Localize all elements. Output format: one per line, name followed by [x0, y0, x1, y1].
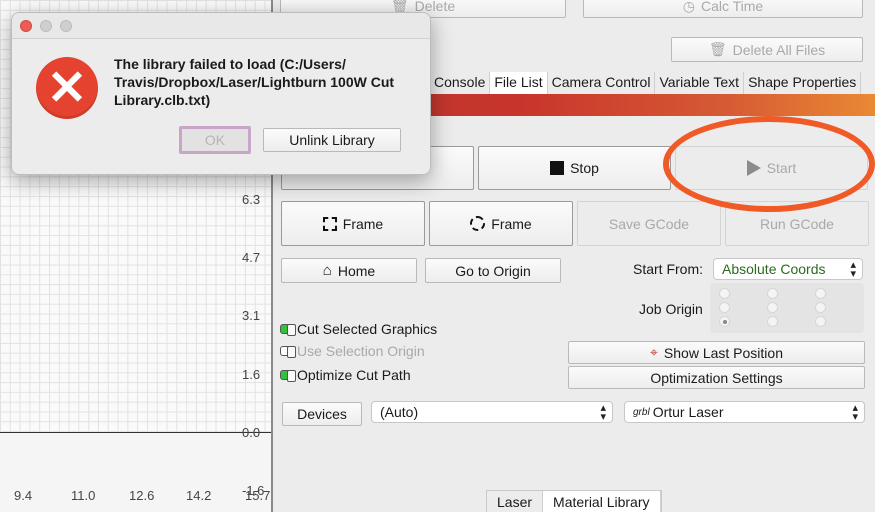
x-tick: 9.4 — [14, 488, 33, 503]
dialog-message: The library failed to load (C:/Users/ Tr… — [114, 56, 395, 108]
chevron-updown-icon: ▴ ▾ — [600, 402, 606, 423]
job-origin-label: Job Origin — [639, 301, 703, 317]
optimize-cut-path-toggle[interactable] — [280, 370, 296, 382]
frame-rect-icon — [322, 216, 337, 231]
bottom-tabs: Laser Material Library — [486, 490, 662, 512]
error-icon: ✕ — [36, 57, 98, 119]
job-origin-radio[interactable] — [767, 302, 778, 313]
x-tick: 14.2 — [186, 488, 212, 503]
job-origin-radio[interactable] — [767, 288, 778, 299]
optimize-cut-path-label: Optimize Cut Path — [297, 367, 411, 383]
error-dialog: ✕ The library failed to load (C:/Users/ … — [11, 12, 431, 175]
optimization-settings-button[interactable]: Optimization Settings — [568, 366, 865, 389]
y-tick: 6.3 — [242, 192, 261, 207]
job-origin-radio[interactable] — [815, 288, 826, 299]
port-select[interactable]: (Auto) ▴ ▾ — [371, 401, 613, 423]
y-tick: 4.7 — [242, 250, 261, 265]
panel-tabs: Console File List Camera Control Variabl… — [430, 72, 862, 94]
clock-icon: ◷ — [682, 0, 695, 14]
close-window-icon[interactable] — [20, 20, 32, 32]
chevron-updown-icon: ▴ ▾ — [852, 402, 858, 423]
job-origin-radio[interactable] — [719, 302, 730, 313]
x-tick: 12.6 — [129, 488, 155, 503]
zoom-window-icon[interactable] — [60, 20, 72, 32]
start-from-label: Start From: — [633, 261, 704, 277]
tab-camera-control[interactable]: Camera Control — [548, 72, 656, 94]
use-selection-origin-label: Use Selection Origin — [297, 343, 425, 359]
job-origin-radio[interactable] — [719, 288, 730, 299]
save-gcode-button[interactable]: Save GCode — [577, 201, 721, 246]
tab-shape-properties[interactable]: Shape Properties — [744, 72, 862, 94]
stop-button[interactable]: Stop — [478, 146, 671, 190]
trash-icon: 🗑 — [708, 41, 727, 57]
cut-selected-toggle[interactable] — [280, 324, 296, 336]
tab-variable-text[interactable]: Variable Text — [655, 72, 745, 94]
job-origin-radio[interactable] — [767, 316, 778, 327]
tab-laser[interactable]: Laser — [487, 491, 544, 512]
y-tick: 0.0 — [242, 425, 261, 440]
tab-console[interactable]: Console — [430, 72, 491, 94]
go-to-origin-button[interactable]: Go to Origin — [425, 258, 561, 283]
grbl-icon: grbl — [633, 406, 650, 418]
device-select[interactable]: grbl Ortur Laser ▴ ▾ — [624, 401, 865, 423]
crosshair-icon: ⌖ — [650, 344, 658, 360]
job-origin-radio[interactable] — [815, 316, 826, 327]
devices-button[interactable]: Devices — [282, 402, 362, 426]
unlink-library-button[interactable]: Unlink Library — [263, 128, 401, 152]
start-from-select[interactable]: Absolute Coords ▴ ▾ — [713, 258, 863, 280]
chevron-updown-icon: ▴ ▾ — [850, 259, 856, 280]
delete-all-files-button[interactable]: 🗑 Delete All Files — [671, 37, 863, 62]
tab-file-list[interactable]: File List — [490, 72, 548, 94]
stop-icon — [550, 161, 565, 175]
frame-circle-icon — [470, 216, 486, 231]
job-origin-radio[interactable] — [719, 316, 730, 327]
y-tick: 1.6 — [242, 367, 261, 382]
dialog-title-bar — [12, 13, 430, 39]
use-selection-origin-toggle[interactable] — [280, 346, 296, 358]
show-last-position-button[interactable]: ⌖ Show Last Position — [568, 341, 865, 364]
home-button[interactable]: ⌂ Home — [281, 258, 417, 283]
job-origin-radio[interactable] — [815, 302, 826, 313]
minimize-window-icon[interactable] — [40, 20, 52, 32]
x-tick: 11.0 — [71, 488, 96, 503]
job-origin-grid — [710, 283, 864, 333]
tab-material-library[interactable]: Material Library — [543, 491, 661, 512]
ok-button[interactable]: OK — [179, 126, 251, 154]
annotation-circle — [663, 116, 875, 212]
x-tick: 15.7 — [245, 488, 271, 503]
cut-selected-label: Cut Selected Graphics — [297, 321, 438, 337]
home-icon: ⌂ — [322, 262, 332, 279]
frame-circle-button[interactable]: Frame — [429, 201, 573, 246]
y-tick: 3.1 — [242, 308, 261, 323]
frame-rect-button[interactable]: Frame — [281, 201, 425, 246]
calc-time-button[interactable]: ◷ Calc Time — [583, 0, 863, 18]
